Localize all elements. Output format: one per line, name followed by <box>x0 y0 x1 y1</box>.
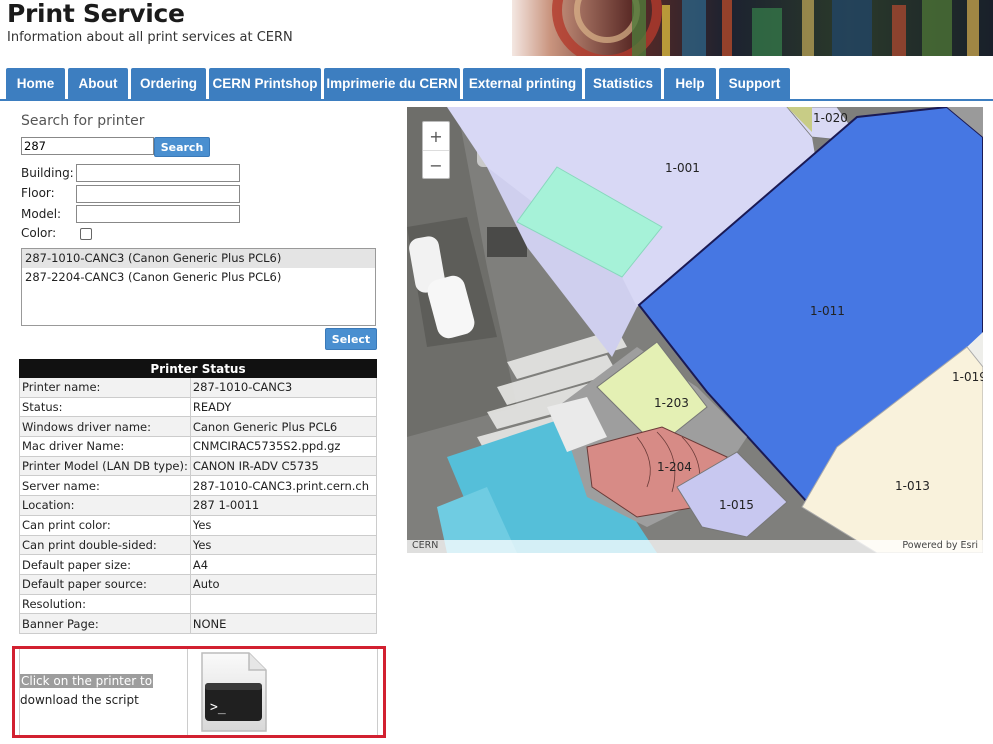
map-attribution: CERN Powered by Esri <box>407 540 983 553</box>
status-label: Can print color: <box>19 514 191 536</box>
attribution-esri[interactable]: Powered by Esri <box>902 540 978 551</box>
table-row: Default paper source: Auto <box>19 573 378 595</box>
room-label[interactable]: 1-013 <box>895 479 930 493</box>
room-label[interactable]: 1-020 <box>813 111 848 125</box>
floor-map[interactable]: 1-020 1-001 1-011 1-019 1-203 1-204 1-01… <box>407 107 983 553</box>
nav-home[interactable]: Home <box>6 68 65 99</box>
room-label[interactable]: 1-019 <box>952 370 983 384</box>
printer-search-input[interactable] <box>21 137 154 155</box>
building-input[interactable] <box>76 164 240 182</box>
room-label[interactable]: 1-001 <box>665 161 700 175</box>
map-zoom-control: + − <box>422 121 450 179</box>
status-value: CNMCIRAC5735S2.ppd.gz <box>189 436 378 457</box>
list-item[interactable]: 287-1010-CANC3 (Canon Generic Plus PCL6) <box>22 249 375 268</box>
status-value: Auto <box>189 573 378 595</box>
nav-about[interactable]: About <box>68 68 128 99</box>
map-canvas[interactable]: 1-020 1-001 1-011 1-019 1-203 1-204 1-01… <box>407 107 983 553</box>
select-button[interactable]: Select <box>325 328 377 350</box>
main-nav: Home About Ordering CERN Printshop Impri… <box>0 68 993 99</box>
search-heading: Search for printer <box>21 113 145 129</box>
status-label: Resolution: <box>19 593 191 615</box>
table-row: Printer Model (LAN DB type): CANON IR-ADV… <box>19 455 378 477</box>
nav-statistics[interactable]: Statistics <box>585 68 661 99</box>
status-label: Default paper source: <box>19 573 191 595</box>
room-label[interactable]: 1-011 <box>810 304 845 318</box>
search-button[interactable]: Search <box>154 137 210 157</box>
attribution-cern: CERN <box>412 540 439 551</box>
table-row: Default paper size: A4 <box>19 554 378 575</box>
status-value: CANON IR-ADV C5735 <box>189 455 378 477</box>
status-value: 287 1-0011 <box>189 495 378 516</box>
table-row: Banner Page: NONE <box>19 613 378 634</box>
table-row: Can print color: Yes <box>19 514 378 536</box>
status-value: 287-1010-CANC3.print.cern.ch <box>189 475 378 497</box>
status-label: Status: <box>19 396 191 418</box>
nav-underline <box>0 99 993 101</box>
printer-results-list[interactable]: 287-1010-CANC3 (Canon Generic Plus PCL6)… <box>21 248 376 326</box>
color-checkbox[interactable] <box>80 228 92 240</box>
status-value: Yes <box>189 514 378 536</box>
status-label: Location: <box>19 495 191 516</box>
room-label[interactable]: 1-015 <box>719 498 754 512</box>
status-label: Printer name: <box>19 377 191 398</box>
download-highlight-box <box>12 646 386 738</box>
list-item[interactable]: 287-2204-CANC3 (Canon Generic Plus PCL6) <box>22 268 375 287</box>
table-row: Resolution: <box>19 593 378 615</box>
printer-status-table: Printer Status Printer name: 287-1010-CAN… <box>19 359 378 634</box>
zoom-in-button[interactable]: + <box>423 122 449 151</box>
table-row: Can print double-sided: Yes <box>19 534 378 556</box>
nav-cern-printshop[interactable]: CERN Printshop <box>209 68 321 99</box>
zoom-out-button[interactable]: − <box>423 151 449 179</box>
room-label[interactable]: 1-203 <box>654 396 689 410</box>
page-header: Print Service Information about all prin… <box>0 0 993 62</box>
status-value: 287-1010-CANC3 <box>189 377 378 398</box>
nav-external-printing[interactable]: External printing <box>463 68 582 99</box>
site-subtitle: Information about all print services at … <box>7 30 293 45</box>
model-label: Model: <box>21 207 62 221</box>
nav-help[interactable]: Help <box>664 68 716 99</box>
site-title[interactable]: Print Service <box>7 0 185 28</box>
color-label: Color: <box>21 226 57 240</box>
status-label: Banner Page: <box>19 613 191 634</box>
status-label: Windows driver name: <box>19 416 191 438</box>
status-label: Printer Model (LAN DB type): <box>19 455 191 477</box>
status-value: Yes <box>189 534 378 556</box>
model-input[interactable] <box>76 205 240 223</box>
nav-support[interactable]: Support <box>719 68 790 99</box>
table-row: Printer name: 287-1010-CANC3 <box>19 377 378 398</box>
nav-imprimerie[interactable]: Imprimerie du CERN <box>324 68 460 99</box>
table-row: Status: READY <box>19 396 378 418</box>
status-value: NONE <box>189 613 378 634</box>
header-banner-image <box>512 0 993 56</box>
status-label: Default paper size: <box>19 554 191 575</box>
status-value-ready: READY <box>189 396 378 418</box>
building-label: Building: <box>21 166 74 180</box>
status-label: Server name: <box>19 475 191 497</box>
status-value: Canon Generic Plus PCL6 <box>189 416 378 438</box>
nav-ordering[interactable]: Ordering <box>131 68 206 99</box>
floor-label: Floor: <box>21 186 55 200</box>
table-row: Server name: 287-1010-CANC3.print.cern.ch <box>19 475 378 497</box>
status-value <box>189 593 378 615</box>
table-row: Location: 287 1-0011 <box>19 495 378 516</box>
status-label: Mac driver Name: <box>19 436 191 457</box>
table-row: Windows driver name: Canon Generic Plus P… <box>19 416 378 438</box>
status-label: Can print double-sided: <box>19 534 191 556</box>
status-table-heading: Printer Status <box>19 359 377 378</box>
status-value: A4 <box>189 554 378 575</box>
table-row: Mac driver Name: CNMCIRAC5735S2.ppd.gz <box>19 436 378 457</box>
room-label[interactable]: 1-204 <box>657 460 692 474</box>
floor-input[interactable] <box>76 185 240 203</box>
